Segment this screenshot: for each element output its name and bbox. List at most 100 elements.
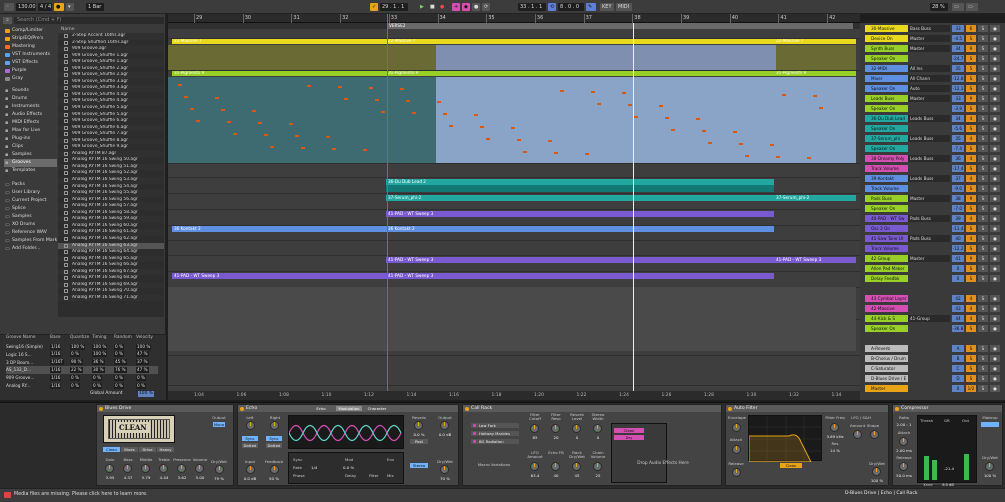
- track-name[interactable]: A-Reverb: [865, 345, 908, 353]
- routing-select[interactable]: All Ins: [908, 65, 950, 72]
- track-activator-button[interactable]: S: [966, 375, 976, 382]
- place-item-7[interactable]: ▭ Samples From Mark: [4, 237, 57, 245]
- groove-column-header[interactable]: Velocity: [136, 335, 153, 341]
- midi-note[interactable]: [634, 116, 638, 118]
- solo-button[interactable]: S: [978, 365, 988, 372]
- record-icon[interactable]: ●: [438, 3, 446, 11]
- volume-field[interactable]: -9.0: [952, 185, 964, 192]
- volume-field[interactable]: -7.4: [952, 145, 964, 152]
- arm-button[interactable]: ●: [990, 365, 1000, 372]
- solo-button[interactable]: S: [978, 195, 988, 202]
- macro-variations-label[interactable]: Macro Variations: [471, 462, 517, 467]
- midi-note[interactable]: [591, 91, 595, 93]
- arm-button[interactable]: ●: [990, 115, 1000, 122]
- track-name[interactable]: 43 Cymbal Layer: [865, 295, 908, 303]
- solo-button[interactable]: S: [978, 385, 988, 392]
- groove-cell[interactable]: 0 %: [92, 374, 102, 381]
- arm-button[interactable]: ●: [990, 165, 1000, 172]
- groove-cell[interactable]: 0 %: [70, 382, 80, 389]
- arm-button[interactable]: ●: [990, 275, 1000, 282]
- solo-button[interactable]: S: [978, 125, 988, 132]
- chain-preset[interactable]: Low Fork: [471, 423, 519, 428]
- groove-cell[interactable]: 0 %: [136, 374, 146, 381]
- groove-column-header[interactable]: Quantize: [70, 335, 89, 341]
- bar-quantize-select[interactable]: 1 Bar: [86, 3, 104, 11]
- track-activator-button[interactable]: 4: [966, 235, 976, 242]
- warning-icon[interactable]: [4, 492, 11, 498]
- routing-select[interactable]: Bass Buss: [908, 25, 950, 32]
- track-activator-button[interactable]: 4: [966, 295, 976, 302]
- chain-preset[interactable]: Hallway Marbles: [471, 431, 519, 436]
- midi-note[interactable]: [344, 98, 348, 100]
- dropdown-icon[interactable]: ▾: [66, 3, 74, 11]
- follow-icon[interactable]: ✓: [370, 3, 378, 11]
- loop-icon[interactable]: ⟲: [548, 3, 556, 11]
- arm-button[interactable]: ●: [990, 225, 1000, 232]
- arm-button[interactable]: ●: [990, 315, 1000, 322]
- arm-button[interactable]: ●: [990, 355, 1000, 362]
- midi-note[interactable]: [270, 146, 274, 148]
- metronome-icon[interactable]: ●: [54, 3, 64, 11]
- track-name[interactable]: Speaker On: [865, 55, 908, 63]
- tab-echo[interactable]: Echo: [308, 406, 334, 411]
- envelope-knob[interactable]: [732, 423, 741, 432]
- volume-field[interactable]: 0: [952, 265, 964, 272]
- chain-row-clean[interactable]: Clean: [614, 428, 644, 433]
- groove-cell[interactable]: 1/16: [50, 367, 62, 374]
- volume-field[interactable]: -11.4: [952, 225, 964, 232]
- midi-map-button[interactable]: MIDI: [616, 3, 632, 11]
- library-item-audio-effects[interactable]: ▪ Audio Effects: [4, 111, 57, 119]
- solo-button[interactable]: S: [978, 155, 988, 162]
- solo-button[interactable]: S: [978, 45, 988, 52]
- solo-button[interactable]: S: [978, 345, 988, 352]
- midi-note[interactable]: [190, 108, 194, 110]
- arm-button[interactable]: ●: [990, 75, 1000, 82]
- arm-button[interactable]: ●: [990, 85, 1000, 92]
- macro-knob[interactable]: [551, 462, 560, 471]
- groove-cell[interactable]: 1/16: [50, 343, 62, 350]
- left-sync-button[interactable]: Sync: [242, 436, 258, 441]
- arm-button[interactable]: ●: [990, 185, 1000, 192]
- place-item-5[interactable]: ▭ XO Drums: [4, 221, 57, 229]
- device-power-icon[interactable]: [895, 406, 899, 411]
- track-name[interactable]: 44-Kick & S: [865, 315, 908, 323]
- stereo-button[interactable]: Stereo: [410, 463, 428, 468]
- volume-field[interactable]: -5.6: [952, 125, 964, 132]
- midi-note[interactable]: [449, 125, 453, 127]
- midi-note[interactable]: [178, 84, 182, 86]
- tab-modulation[interactable]: Modulation: [336, 406, 362, 411]
- key-map-button[interactable]: KEY: [600, 3, 614, 11]
- volume-field[interactable]: 40: [952, 235, 964, 242]
- solo-button[interactable]: S: [978, 35, 988, 42]
- track-activator-button[interactable]: 9: [966, 95, 976, 102]
- track-name[interactable]: Delay Feedbk: [865, 275, 908, 283]
- lfo-amount-knob[interactable]: [853, 430, 862, 439]
- solo-button[interactable]: S: [978, 65, 988, 72]
- arm-button[interactable]: ●: [990, 25, 1000, 32]
- volume-field[interactable]: 35: [952, 135, 964, 142]
- volume-field[interactable]: A: [952, 345, 964, 352]
- library-item-grooves[interactable]: ▪ Grooves: [4, 159, 57, 167]
- library-item-clips[interactable]: ▪ Clips: [4, 143, 57, 151]
- library-item-templates[interactable]: ▪ Templates: [4, 167, 57, 175]
- volume-field[interactable]: -12.1: [952, 85, 964, 92]
- volume-field[interactable]: 37: [952, 175, 964, 182]
- file-item[interactable]: Analog RYTM 16 Swing 71.agr: [58, 294, 164, 302]
- track-activator-button[interactable]: S: [966, 85, 976, 92]
- middle-knob[interactable]: [141, 464, 150, 473]
- mono-button[interactable]: Mono: [213, 422, 225, 427]
- library-item-midi-effects[interactable]: ▪ MIDI Effects: [4, 119, 57, 127]
- category-5[interactable]: Purple: [4, 67, 57, 75]
- midi-note[interactable]: [733, 131, 737, 133]
- groove-cell[interactable]: 0 %: [114, 382, 124, 389]
- library-item-drums[interactable]: ▪ Drums: [4, 95, 57, 103]
- solo-button[interactable]: S: [978, 175, 988, 182]
- auto-filter-title[interactable]: Auto Filter: [726, 405, 888, 412]
- groove-cell[interactable]: 0 %: [92, 382, 102, 389]
- solo-button[interactable]: S: [978, 95, 988, 102]
- track-name[interactable]: 36-Du Dub Lead: [865, 115, 908, 123]
- arm-button[interactable]: ●: [990, 375, 1000, 382]
- place-item-0[interactable]: ▭ Packs: [4, 181, 57, 189]
- bass-knob[interactable]: [123, 464, 132, 473]
- midi-note[interactable]: [301, 147, 305, 149]
